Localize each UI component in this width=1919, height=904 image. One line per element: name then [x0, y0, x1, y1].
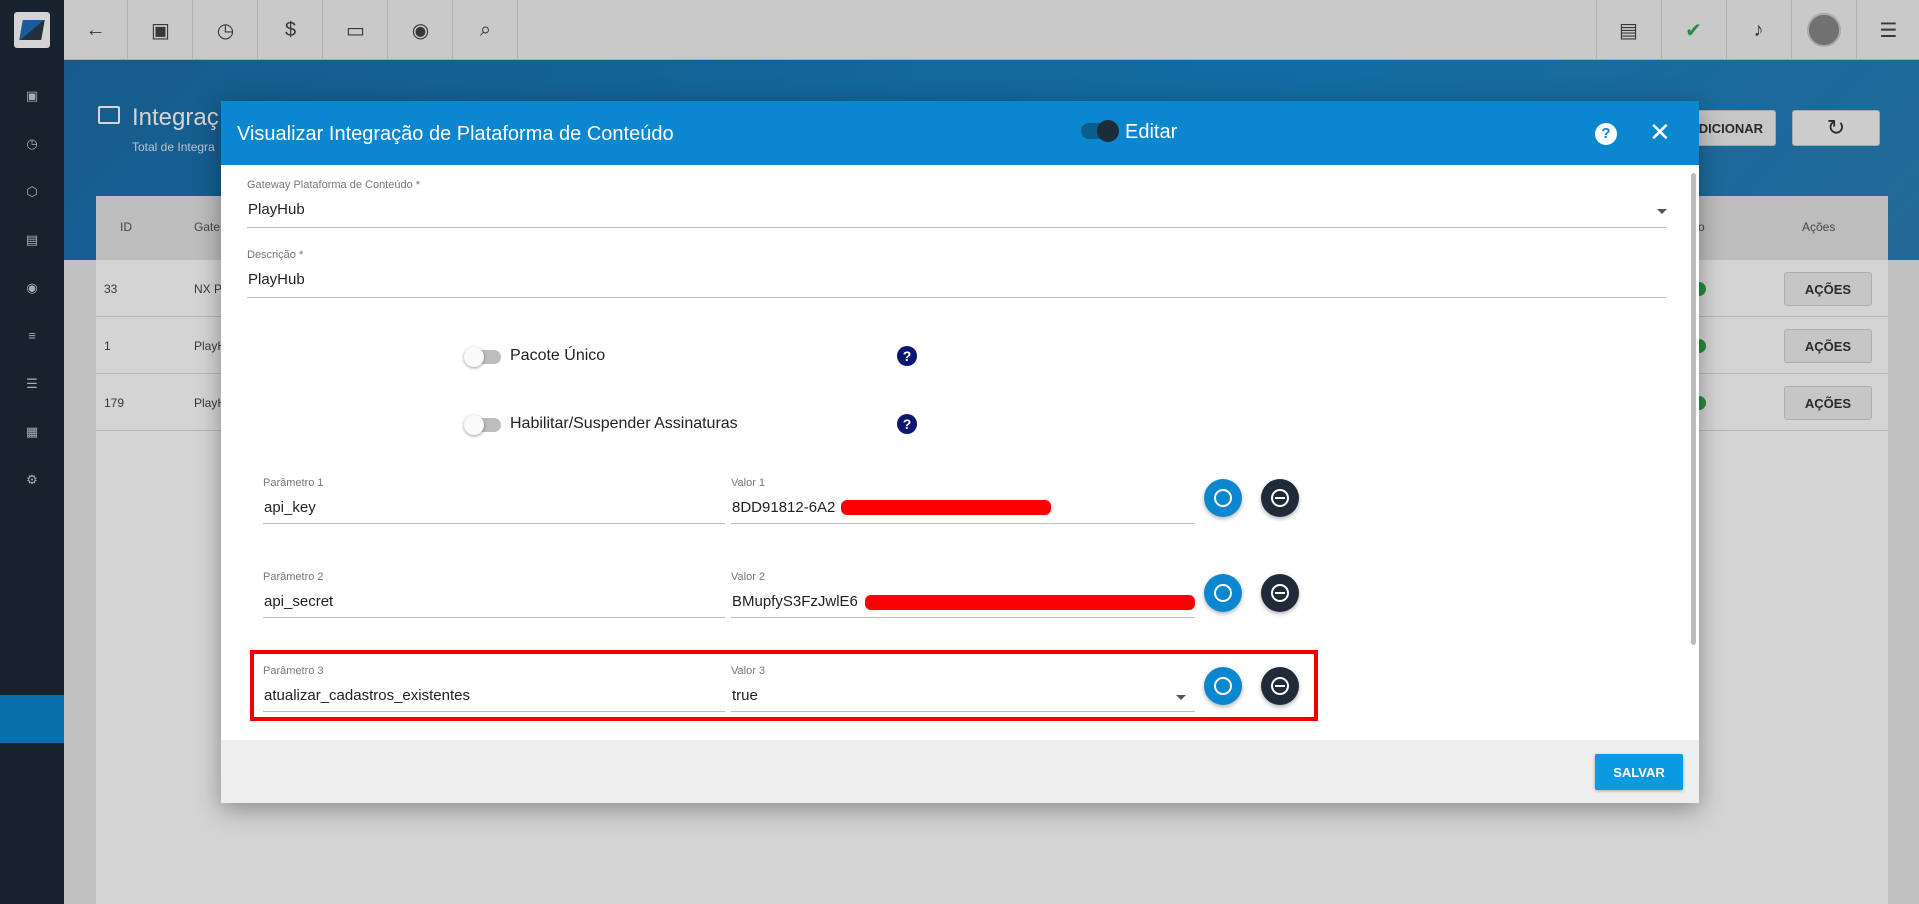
- habilitar-switch[interactable]: [464, 415, 501, 435]
- help-icon[interactable]: ?: [1595, 123, 1617, 145]
- descricao-underline: [247, 297, 1667, 298]
- remove-param-button[interactable]: [1261, 574, 1299, 612]
- help-icon[interactable]: ?: [897, 414, 917, 434]
- redaction-mark: [841, 500, 1051, 515]
- descricao-input[interactable]: PlayHub: [248, 271, 305, 288]
- valor-underline: [731, 523, 1195, 524]
- close-icon[interactable]: ✕: [1649, 117, 1671, 147]
- modal-header: Visualizar Integração de Plataforma de C…: [221, 101, 1699, 165]
- modal-footer: SALVAR: [221, 740, 1699, 803]
- edit-toggle[interactable]: [1081, 120, 1119, 142]
- add-param-button[interactable]: [1204, 574, 1242, 612]
- chevron-down-icon[interactable]: [1657, 209, 1667, 214]
- valor-label: Valor 2: [731, 571, 766, 583]
- param-underline: [263, 617, 725, 618]
- edit-label: Editar: [1125, 121, 1178, 143]
- valor-input[interactable]: BMupfyS3FzJwlE6: [732, 593, 858, 610]
- help-icon[interactable]: ?: [897, 346, 917, 366]
- param-label: Parâmetro 1: [263, 477, 324, 489]
- highlight-annotation: [250, 650, 1318, 721]
- modal-scrollbar[interactable]: [1691, 173, 1696, 645]
- param-input[interactable]: api_secret: [264, 593, 333, 610]
- param-underline: [263, 523, 725, 524]
- pacote-unico-switch[interactable]: [464, 347, 501, 367]
- descricao-label: Descrição *: [247, 249, 304, 261]
- modal-title: Visualizar Integração de Plataforma de C…: [237, 123, 674, 145]
- param-label: Parâmetro 2: [263, 571, 324, 583]
- valor-label: Valor 1: [731, 477, 766, 489]
- param-input[interactable]: api_key: [264, 499, 316, 516]
- pacote-unico-label: Pacote Único: [510, 347, 606, 364]
- valor-underline: [731, 617, 1195, 618]
- remove-param-button[interactable]: [1261, 479, 1299, 517]
- habilitar-label: Habilitar/Suspender Assinaturas: [510, 415, 738, 432]
- add-param-button[interactable]: [1204, 479, 1242, 517]
- save-button[interactable]: SALVAR: [1595, 754, 1683, 790]
- gateway-select[interactable]: PlayHub: [248, 201, 305, 218]
- redaction-mark: [865, 595, 1195, 610]
- gateway-label: Gateway Plataforma de Conteúdo *: [247, 179, 421, 191]
- valor-input[interactable]: 8DD91812-6A2: [732, 499, 835, 516]
- gateway-underline: [247, 227, 1667, 228]
